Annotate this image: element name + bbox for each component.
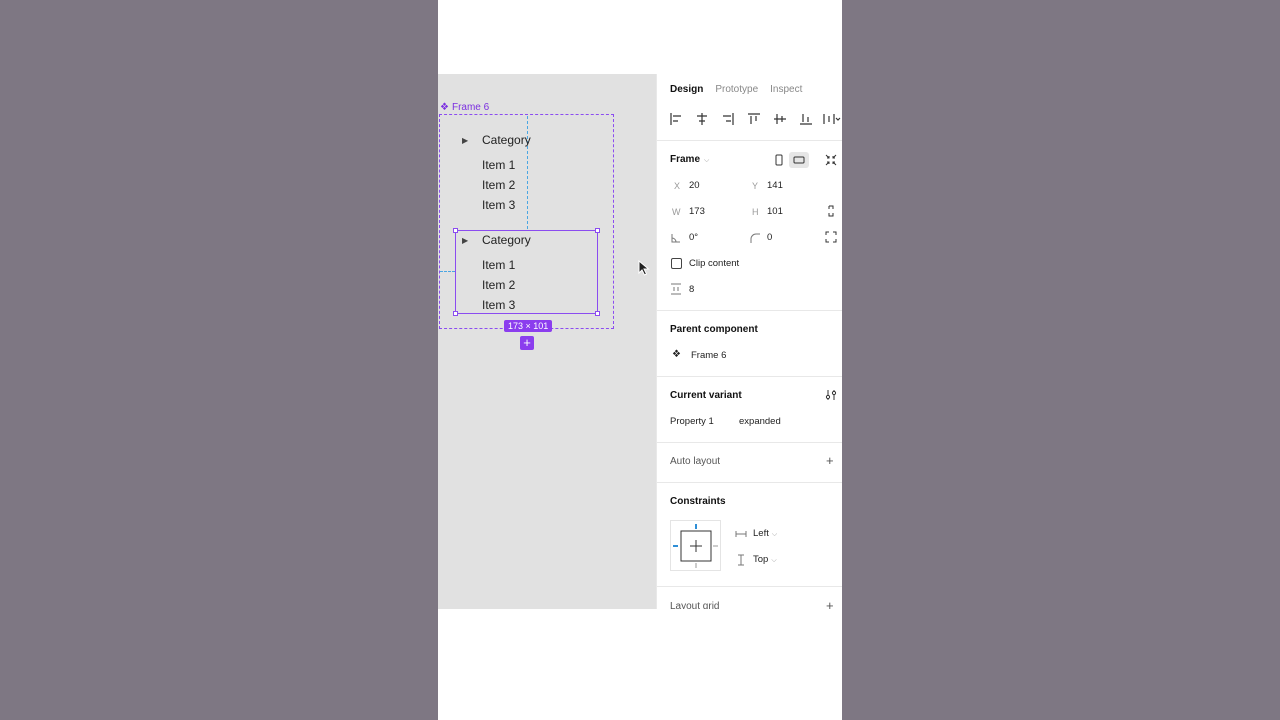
divider [657,140,842,141]
vertical-constraint-value: Top [753,554,769,565]
resize-handle[interactable] [595,228,600,233]
list-item: Item 3 [482,198,516,212]
divider [657,482,842,483]
landscape-icon [793,156,805,164]
width-field[interactable]: 173 [689,206,705,217]
alignment-toolbar [669,112,841,126]
category-label: Category [482,233,531,247]
vertical-constraint-dropdown[interactable]: Top ⌵ [753,554,777,565]
parent-component-title: Parent component [670,324,758,335]
corner-radius-icon [750,233,760,243]
constrain-proportions-icon[interactable] [825,205,837,217]
h-label: H [752,207,759,217]
tab-design[interactable]: Design [670,84,703,95]
y-field[interactable]: 141 [767,180,783,191]
divider [657,442,842,443]
caret-right-icon: ▶ [462,236,469,245]
portrait-button[interactable] [769,152,789,168]
independent-corners-icon[interactable] [825,231,837,243]
align-horizontal-center-icon[interactable] [695,112,709,126]
tab-prototype[interactable]: Prototype [715,84,758,95]
chevron-down-icon: ⌵ [704,157,710,164]
rotation-icon [671,234,680,243]
horizontal-constraint-value: Left [753,528,769,539]
frame-title-text: Frame [670,154,701,165]
rotation-field[interactable]: 0° [689,232,698,243]
resize-handle[interactable] [595,311,600,316]
portrait-icon [775,154,783,166]
layout-grid-title: Layout grid [670,601,720,609]
category-label: Category [482,133,531,147]
add-auto-layout-icon[interactable]: + [826,453,834,468]
caret-right-icon: ▶ [462,136,469,145]
distance-guide-horizontal [440,271,455,272]
design-canvas[interactable]: ❖ Frame 6 ▶ Category Item 1 Item 2 Item 3… [438,74,656,609]
divider [657,310,842,311]
clip-content-label: Clip content [689,258,740,269]
constraints-widget[interactable] [670,520,721,571]
horizontal-constraint-dropdown[interactable]: Left ⌵ [753,528,777,539]
corner-radius-field[interactable]: 0 [767,232,772,243]
list-item: Item 3 [482,298,516,312]
chevron-down-icon: ⌵ [771,557,777,564]
panel-tabs: Design Prototype Inspect [670,84,802,95]
x-label: X [674,181,681,191]
plus-icon: + [523,335,531,350]
vertical-constraint-icon [738,554,744,566]
landscape-button[interactable] [789,152,809,168]
list-item: Item 1 [482,158,516,172]
height-field[interactable]: 101 [767,206,783,217]
current-variant-title: Current variant [670,390,742,401]
component-icon: ❖ [440,102,449,113]
align-vertical-center-icon[interactable] [773,112,787,126]
add-variant-button[interactable]: + [520,336,534,350]
clip-content-checkbox[interactable] [671,258,682,269]
w-label: W [672,207,681,217]
align-top-icon[interactable] [747,112,761,126]
y-label: Y [752,181,759,191]
figma-editor: ❖ Frame 6 ▶ Category Item 1 Item 2 Item 3… [438,74,842,609]
list-item: Item 2 [482,178,516,192]
frame-section-title[interactable]: Frame ⌵ [670,154,709,165]
resize-handle[interactable] [453,228,458,233]
align-right-icon[interactable] [721,112,735,126]
variant-property-value[interactable]: expanded [739,416,781,427]
constraints-diagram [673,524,718,568]
frame-name-label[interactable]: ❖ Frame 6 [440,102,489,113]
constraints-title: Constraints [670,496,726,507]
distribute-icon[interactable] [823,112,841,126]
auto-layout-title: Auto layout [670,456,721,467]
mouse-cursor-icon [638,260,650,276]
spacing-field[interactable]: 8 [689,284,694,295]
spacing-icon [671,283,681,295]
divider [657,586,842,587]
add-layout-grid-icon[interactable]: + [826,598,834,609]
tab-inspect[interactable]: Inspect [770,84,802,95]
align-left-icon[interactable] [669,112,683,126]
screen-recording: ❖ Frame 6 ▶ Category Item 1 Item 2 Item 3… [438,0,842,720]
resize-to-fit-icon[interactable] [825,154,837,166]
chevron-down-icon: ⌵ [771,531,778,538]
size-badge: 173 × 101 [504,320,553,332]
component-icon: ❖ [672,349,681,360]
divider [657,376,842,377]
list-item: Item 1 [482,258,516,272]
align-bottom-icon[interactable] [799,112,813,126]
variant-property-label: Property 1 [670,416,714,427]
properties-panel: Design Prototype Inspect Frame ⌵ X 20 Y … [656,74,842,609]
parent-component-link[interactable]: Frame 6 [691,350,726,361]
variant-settings-icon[interactable] [825,389,837,401]
horizontal-constraint-icon [735,531,747,537]
list-item: Item 2 [482,278,516,292]
resize-handle[interactable] [453,311,458,316]
x-field[interactable]: 20 [689,180,700,191]
frame-name-text: Frame 6 [451,102,490,113]
